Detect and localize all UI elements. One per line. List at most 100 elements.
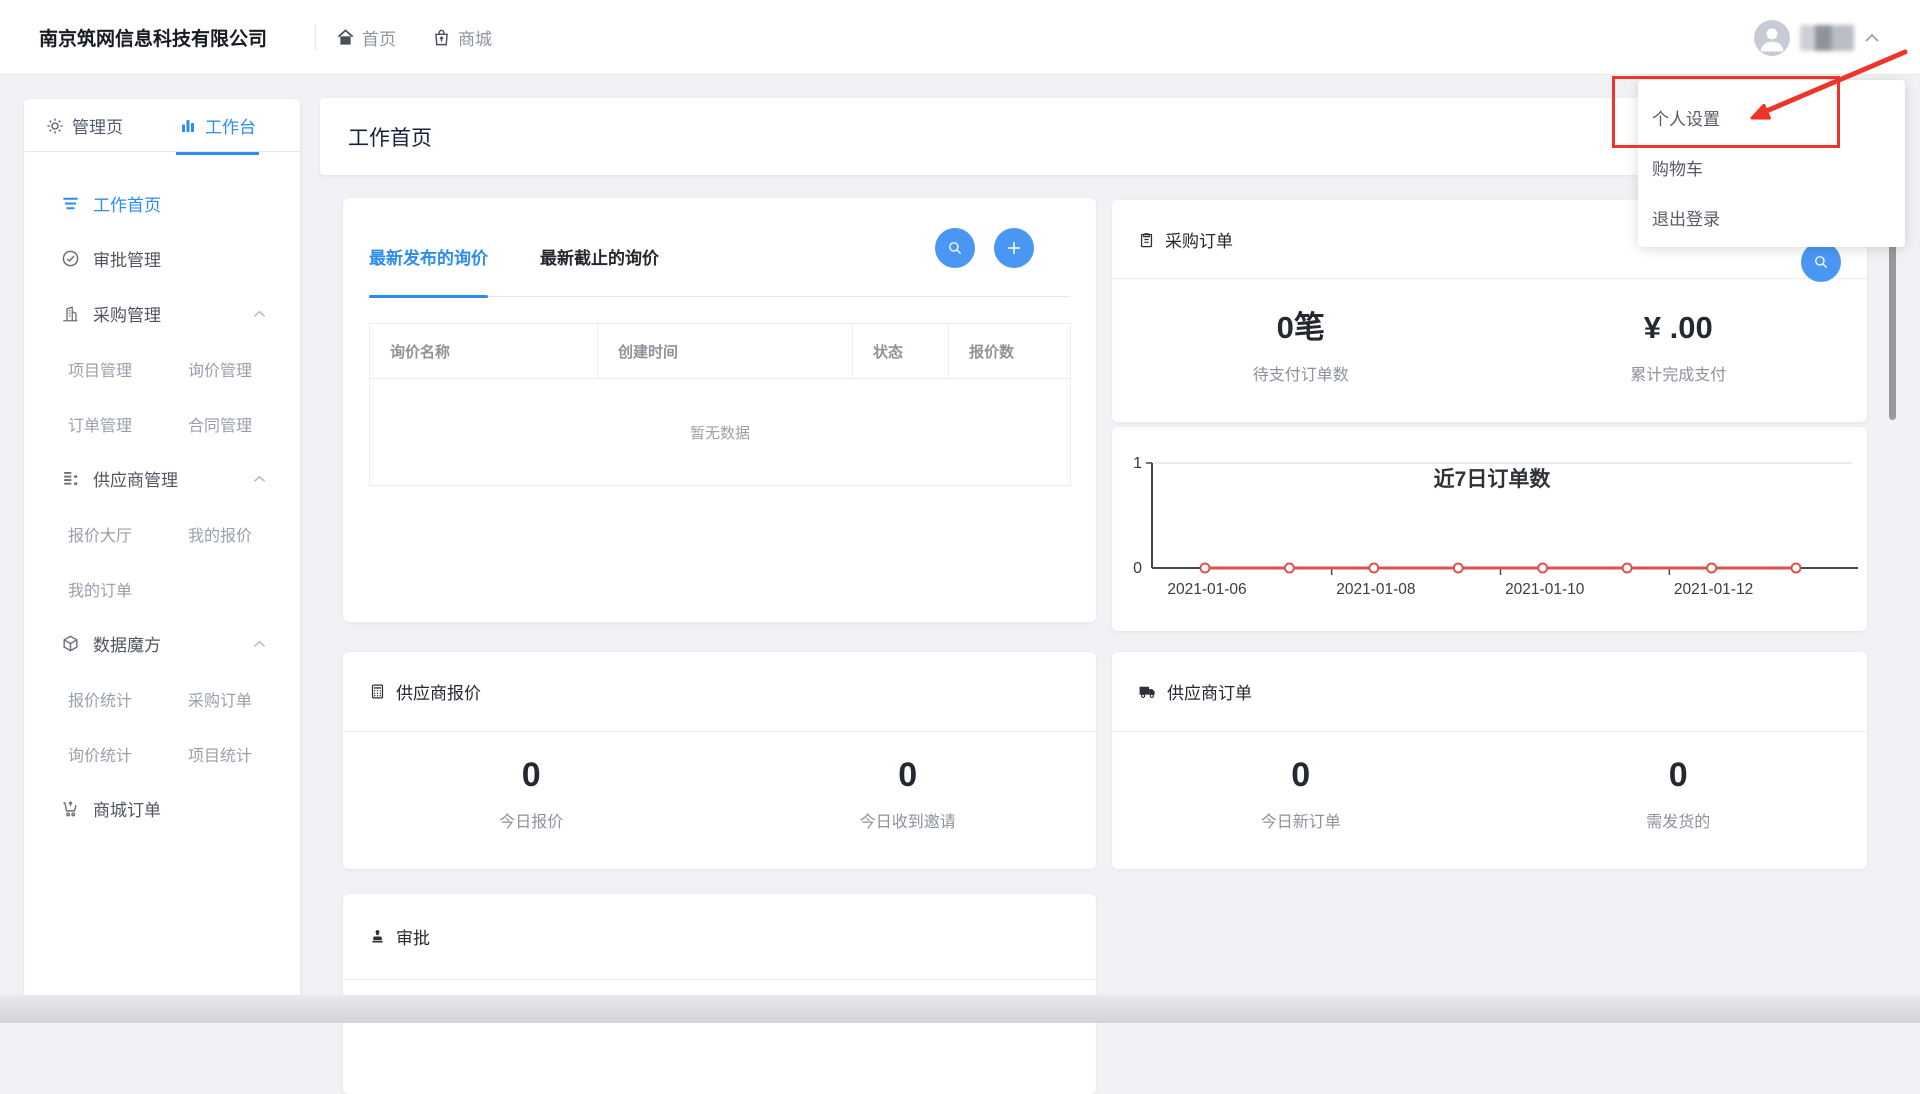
sidebar-item-quote-stats[interactable]: 报价统计 bbox=[68, 687, 188, 711]
supplier-quote-card: 供应商报价 0 今日报价 0 今日收到邀请 bbox=[343, 652, 1096, 869]
building-icon bbox=[60, 305, 80, 323]
sidebar-item-my-quotes[interactable]: 我的报价 bbox=[188, 522, 300, 546]
inquiry-card: 最新发布的询价 最新截止的询价 询价名称 创建时间 状态 报价数 暂无数据 bbox=[343, 198, 1096, 622]
sidebar-item-project-mgmt[interactable]: 项目管理 bbox=[68, 357, 188, 381]
approval-card: 审批 bbox=[343, 894, 1096, 1094]
supplier-quote-stats: 0 今日报价 0 今日收到邀请 bbox=[343, 732, 1096, 832]
cube-icon bbox=[60, 634, 80, 653]
sidebar-item-my-orders[interactable]: 我的订单 bbox=[68, 577, 188, 601]
sidebar-item-quote-hall[interactable]: 报价大厅 bbox=[68, 522, 188, 546]
search-button[interactable] bbox=[935, 228, 975, 268]
sidebar-item-purchase-mgmt[interactable]: 采购管理 bbox=[24, 286, 300, 341]
stamp-icon bbox=[369, 928, 386, 945]
sidebar-subgroup: 项目管理 询价管理 bbox=[24, 341, 300, 396]
bag-icon bbox=[432, 28, 451, 47]
supplier-order-title: 供应商订单 bbox=[1167, 679, 1252, 704]
sidebar-subgroup: 询价统计 项目统计 bbox=[24, 726, 300, 781]
top-nav: 首页 商城 bbox=[336, 25, 492, 50]
calculator-icon bbox=[369, 683, 386, 700]
stat-today-new-orders: 0 今日新订单 bbox=[1112, 754, 1490, 832]
avatar bbox=[1754, 20, 1790, 56]
col-status: 状态 bbox=[853, 324, 949, 379]
sidebar-subgroup: 报价大厅 我的报价 bbox=[24, 506, 300, 561]
stat-today-invitations: 0 今日收到邀请 bbox=[720, 754, 1097, 832]
sidebar-item-data-cube[interactable]: 数据魔方 bbox=[24, 616, 300, 671]
supplier-order-card: 供应商订单 0 今日新订单 0 需发货的 bbox=[1112, 652, 1867, 869]
empty-data-text: 暂无数据 bbox=[370, 379, 1071, 486]
search-button[interactable] bbox=[1801, 242, 1841, 282]
sidebar-item-order-mgmt[interactable]: 订单管理 bbox=[68, 412, 188, 436]
tab-latest-published-inquiries[interactable]: 最新发布的询价 bbox=[369, 246, 488, 296]
menu-item-logout[interactable]: 退出登录 bbox=[1638, 192, 1905, 242]
nav-mall[interactable]: 商城 bbox=[432, 25, 492, 50]
sidebar-subgroup: 报价统计 采购订单 bbox=[24, 671, 300, 726]
cart-icon bbox=[60, 799, 80, 818]
svg-text:2021-01-12: 2021-01-12 bbox=[1674, 581, 1753, 598]
purchase-card-title: 采购订单 bbox=[1165, 227, 1233, 252]
sidebar-subgroup: 我的订单 bbox=[24, 561, 300, 616]
add-inquiry-button[interactable] bbox=[994, 228, 1034, 268]
sidebar: 管理页 工作台 工作首页 审批管理 采购管理 bbox=[24, 99, 300, 999]
sidebar-item-work-home[interactable]: 工作首页 bbox=[24, 176, 300, 231]
tab-latest-closed-inquiries[interactable]: 最新截止的询价 bbox=[540, 246, 659, 296]
user-menu-trigger[interactable] bbox=[1754, 0, 1880, 75]
orders-line-chart: 近7日订单数012021-01-062021-01-082021-01-1020… bbox=[1112, 427, 1867, 631]
sidebar-item-inquiry-stats[interactable]: 询价统计 bbox=[68, 742, 188, 766]
gear-icon bbox=[46, 117, 64, 135]
purchase-stats: 0笔 待支付订单数 ¥ .00 累计完成支付 bbox=[1112, 279, 1867, 385]
page-title: 工作首页 bbox=[348, 122, 432, 152]
nav-home-label: 首页 bbox=[362, 25, 396, 50]
chevron-up-icon[interactable] bbox=[253, 640, 266, 648]
sidebar-item-mall-orders[interactable]: 商城订单 bbox=[24, 781, 300, 836]
app-header: 南京筑网信息科技有限公司 首页 商城 bbox=[0, 0, 1920, 75]
chevron-up-icon[interactable] bbox=[253, 310, 266, 318]
sidebar-item-supplier-mgmt[interactable]: 供应商管理 bbox=[24, 451, 300, 506]
plus-icon bbox=[1005, 239, 1023, 257]
table-empty-row: 暂无数据 bbox=[370, 379, 1071, 486]
home-icon bbox=[336, 28, 355, 47]
company-name: 南京筑网信息科技有限公司 bbox=[39, 24, 267, 51]
approval-card-header: 审批 bbox=[343, 894, 1096, 980]
sidebar-item-contract-mgmt[interactable]: 合同管理 bbox=[188, 412, 300, 436]
svg-text:近7日订单数: 近7日订单数 bbox=[1434, 467, 1552, 491]
nav-home[interactable]: 首页 bbox=[336, 25, 396, 50]
col-quote-count: 报价数 bbox=[949, 324, 1071, 379]
table-header-row: 询价名称 创建时间 状态 报价数 bbox=[370, 324, 1071, 379]
list-lines-icon bbox=[60, 194, 80, 213]
tab-admin-page[interactable]: 管理页 bbox=[46, 113, 123, 154]
inquiry-table: 询价名称 创建时间 状态 报价数 暂无数据 bbox=[369, 323, 1071, 486]
supplier-quote-header: 供应商报价 bbox=[343, 652, 1096, 732]
sidebar-item-project-stats[interactable]: 项目统计 bbox=[188, 742, 300, 766]
col-create-time: 创建时间 bbox=[598, 324, 853, 379]
svg-text:1: 1 bbox=[1133, 455, 1142, 472]
nav-mall-label: 商城 bbox=[458, 25, 492, 50]
supplier-quote-title: 供应商报价 bbox=[396, 679, 481, 704]
orders-chart-card: 近7日订单数012021-01-062021-01-082021-01-1020… bbox=[1112, 427, 1867, 631]
window-bottom-edge bbox=[0, 995, 1920, 1023]
stat-pending-payment: 0笔 待支付订单数 bbox=[1112, 307, 1490, 385]
truck-icon bbox=[1138, 682, 1157, 701]
menu-item-shopping-cart[interactable]: 购物车 bbox=[1638, 142, 1905, 192]
svg-text:2021-01-06: 2021-01-06 bbox=[1167, 581, 1246, 598]
chevron-up-icon[interactable] bbox=[253, 475, 266, 483]
sidebar-item-approval-mgmt[interactable]: 审批管理 bbox=[24, 231, 300, 286]
sidebar-menu: 工作首页 审批管理 采购管理 项目管理 询价管理 订单管理 合同管理 bbox=[24, 152, 300, 836]
sidebar-item-purchase-orders[interactable]: 采购订单 bbox=[188, 687, 300, 711]
sidebar-item-inquiry-mgmt[interactable]: 询价管理 bbox=[188, 357, 300, 381]
bar-chart-icon bbox=[179, 117, 197, 135]
user-name-redacted bbox=[1800, 25, 1854, 51]
supplier-order-header: 供应商订单 bbox=[1112, 652, 1867, 732]
stat-today-quotes: 0 今日报价 bbox=[343, 754, 720, 832]
search-icon bbox=[1812, 253, 1830, 271]
stat-to-ship: 0 需发货的 bbox=[1490, 754, 1868, 832]
tab-workbench-label: 工作台 bbox=[205, 113, 256, 138]
list-dash-icon bbox=[60, 469, 80, 488]
search-icon bbox=[946, 239, 964, 257]
user-dropdown-menu: 个人设置 购物车 退出登录 bbox=[1638, 80, 1905, 247]
tab-workbench[interactable]: 工作台 bbox=[179, 113, 256, 154]
header-divider bbox=[315, 24, 316, 50]
supplier-order-stats: 0 今日新订单 0 需发货的 bbox=[1112, 732, 1867, 832]
col-inquiry-name: 询价名称 bbox=[370, 324, 598, 379]
tab-admin-label: 管理页 bbox=[72, 113, 123, 138]
menu-item-personal-settings[interactable]: 个人设置 bbox=[1638, 92, 1905, 142]
